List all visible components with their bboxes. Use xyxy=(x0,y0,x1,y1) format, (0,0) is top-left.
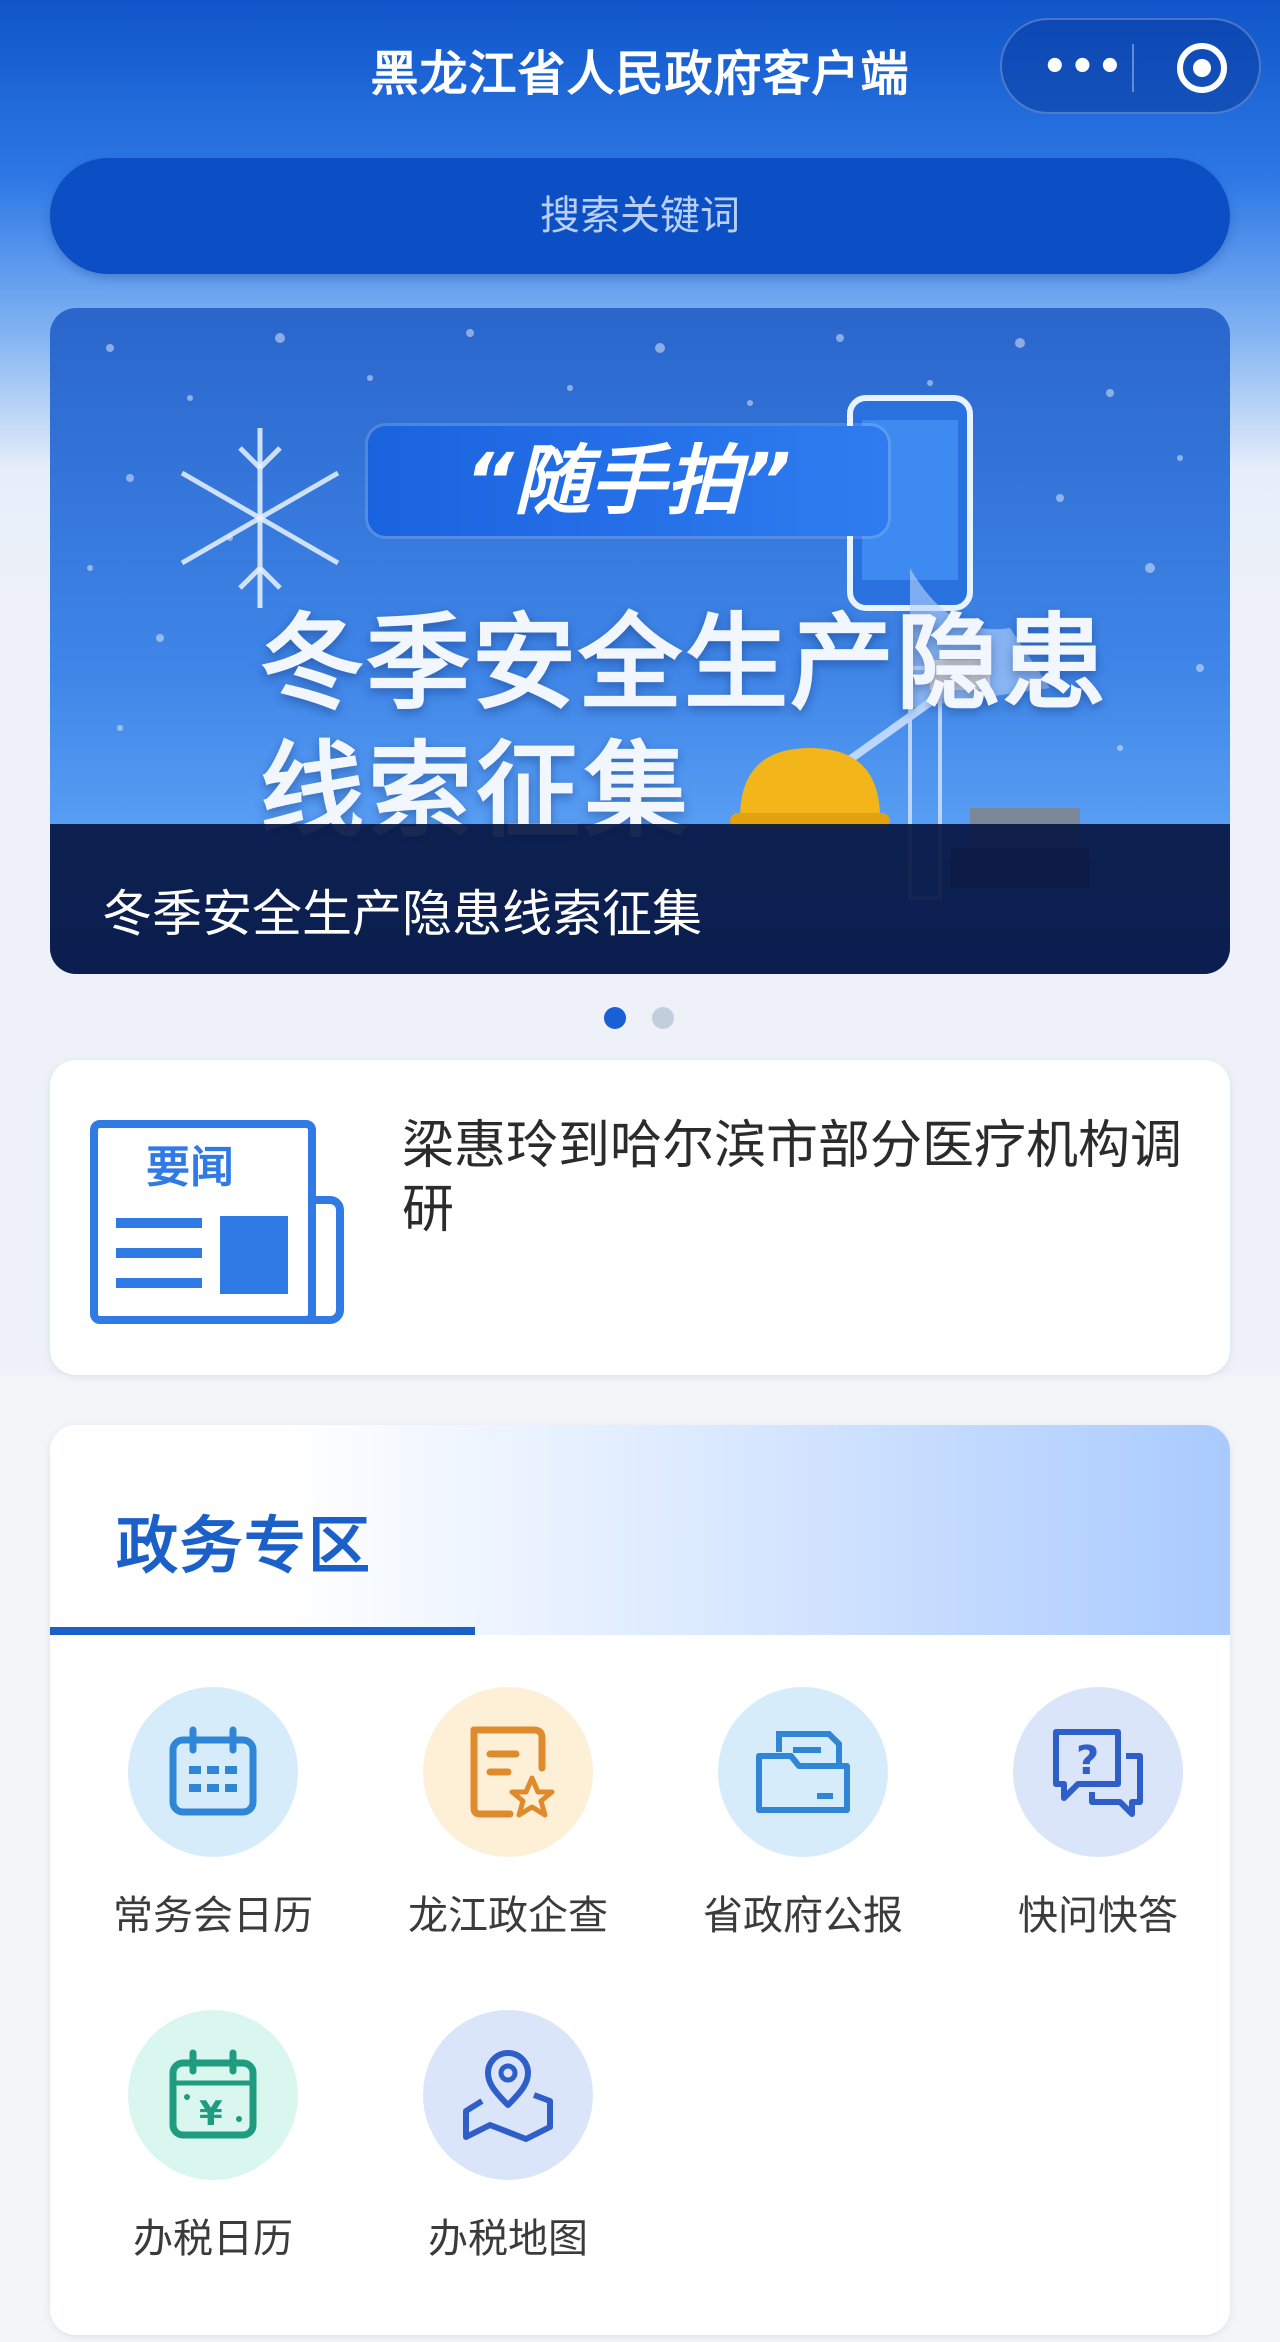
svg-text:¥: ¥ xyxy=(199,2094,223,2134)
service-item-tax-map[interactable]: 办税地图 xyxy=(393,2010,623,2270)
search-bar[interactable]: 搜索关键词 xyxy=(50,158,1230,274)
news-headline[interactable]: 梁惠玲到哈尔滨市部分医疗机构调研 xyxy=(402,1114,1202,1242)
services-card: 政务专区 常务会日历 龙江政企查 省政府公报 ? 快问快答 ¥ 办税日历 办税地… xyxy=(50,1425,1230,2335)
question-chat-icon: ? xyxy=(1053,1729,1143,1817)
service-item-tax-calendar[interactable]: ¥ 办税日历 xyxy=(98,2010,328,2270)
service-icon-bg xyxy=(423,2010,593,2180)
tax-calendar-icon: ¥ xyxy=(169,2049,257,2139)
mini-program-capsule: ••• xyxy=(1000,18,1261,114)
service-icon-bg xyxy=(423,1687,593,1857)
more-options-button[interactable]: ••• xyxy=(1042,47,1123,87)
hard-hat-illustration xyxy=(730,748,890,829)
services-title: 政务专区 xyxy=(116,1509,373,1582)
carousel-dot[interactable] xyxy=(652,1007,674,1029)
folder-document-icon xyxy=(756,1731,850,1813)
news-card[interactable]: 要闻 梁惠玲到哈尔滨市部分医疗机构调研 xyxy=(50,1060,1230,1375)
svg-text:?: ? xyxy=(1076,1738,1099,1784)
service-label: 办税日历 xyxy=(133,2216,293,2262)
close-target-button[interactable] xyxy=(1174,40,1230,96)
app-header: 黑龙江省人民政府客户端 ••• xyxy=(0,0,1280,135)
banner-tag: “随手拍” xyxy=(368,426,888,536)
target-icon xyxy=(1177,43,1227,93)
service-item-government-gazette[interactable]: 省政府公报 xyxy=(688,1687,918,1947)
service-item-quick-qa[interactable]: ? 快问快答 xyxy=(983,1687,1213,1947)
banner-tag-text: “随手拍” xyxy=(465,436,791,525)
calendar-icon xyxy=(169,1726,257,1816)
service-icon-bg: ¥ xyxy=(128,2010,298,2180)
search-placeholder: 搜索关键词 xyxy=(540,193,740,239)
newspaper-icon: 要闻 xyxy=(90,1120,344,1324)
service-label: 办税地图 xyxy=(428,2216,588,2262)
svg-text:要闻: 要闻 xyxy=(146,1142,234,1193)
service-icon-bg xyxy=(128,1687,298,1857)
carousel-dot-active[interactable] xyxy=(604,1007,626,1029)
service-label: 省政府公报 xyxy=(703,1893,903,1939)
service-label: 快问快答 xyxy=(1018,1893,1178,1939)
banner-caption: 冬季安全生产隐患线索征集 xyxy=(102,885,702,943)
map-pin-icon xyxy=(463,2050,553,2142)
service-icon-bg xyxy=(718,1687,888,1857)
service-icon-bg: ? xyxy=(1013,1687,1183,1857)
services-title-underline xyxy=(50,1627,475,1635)
capsule-divider xyxy=(1132,44,1134,92)
service-item-meeting-calendar[interactable]: 常务会日历 xyxy=(98,1687,328,1947)
banner-carousel[interactable]: “随手拍” 冬季安全生产隐患 线索征集 冬季安全生产隐患线索征集 xyxy=(50,308,1230,974)
banner-caption-bar: 冬季安全生产隐患线索征集 xyxy=(50,824,1230,974)
service-item-enterprise-query[interactable]: 龙江政企查 xyxy=(393,1687,623,1947)
certificate-star-icon xyxy=(470,1726,555,1818)
service-label: 常务会日历 xyxy=(113,1893,313,1939)
service-label: 龙江政企查 xyxy=(408,1893,608,1939)
